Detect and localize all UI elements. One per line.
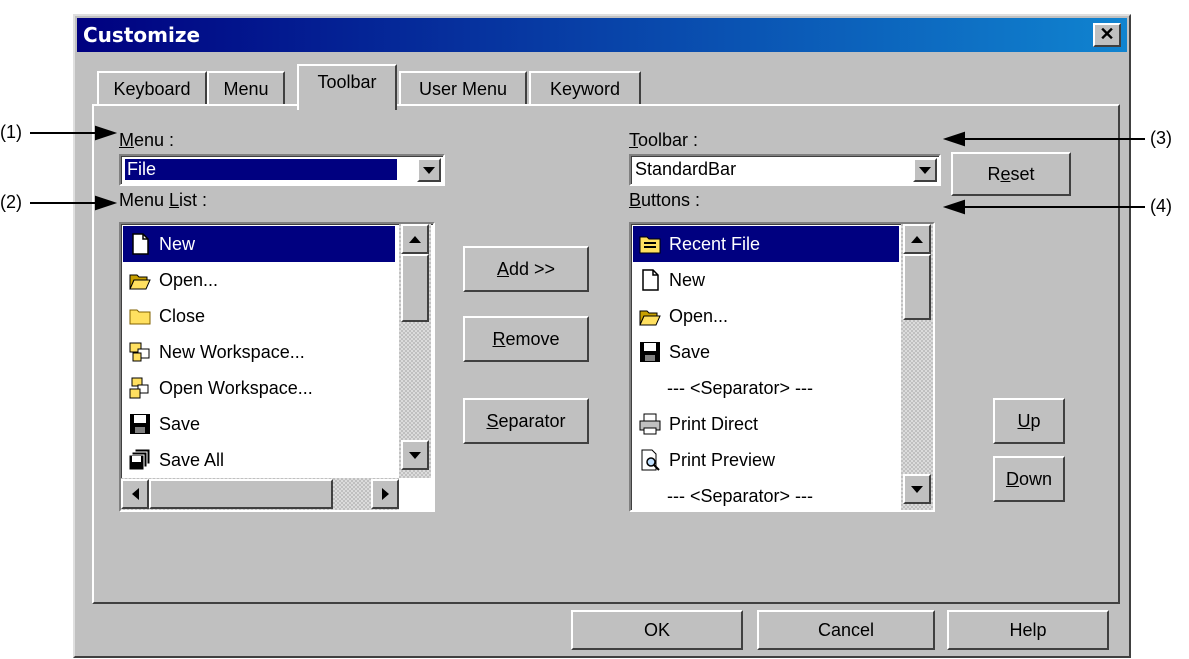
tab-toolbar[interactable]: Toolbar (297, 64, 397, 110)
tab-toolbar-label: Toolbar (317, 72, 377, 92)
annotation-arrows (30, 125, 1145, 215)
arrow-2-head (95, 195, 118, 211)
arrow-3-head (942, 131, 965, 147)
arrow-1-head (95, 125, 118, 141)
arrow-4-head (942, 199, 965, 215)
